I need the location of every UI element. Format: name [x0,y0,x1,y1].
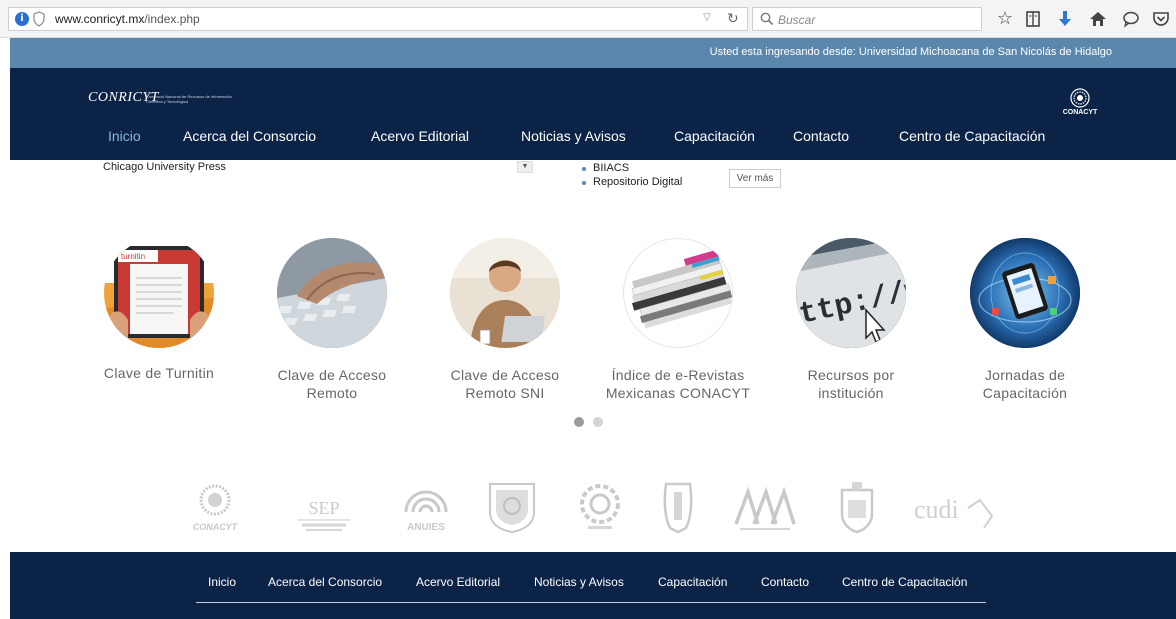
carousel-item-acceso-remoto-sni[interactable]: Clave de Acceso Remoto SNI [420,238,590,402]
svg-text:CONACYT: CONACYT [193,522,239,532]
resource-link-biiacs[interactable]: BIIACS [582,162,682,174]
site-footer: Inicio Acerca del Consorcio Acervo Edito… [10,552,1176,619]
svg-text:ANUIES: ANUIES [407,522,445,533]
browser-search-input[interactable]: Buscar [752,7,982,31]
carousel-label: Índice de e-Revistas Mexicanas CONACYT [605,367,751,401]
keyboard-image [277,238,387,348]
url-text[interactable]: www.conricyt.mx/index.php [55,12,200,26]
partner-sep-logo[interactable]: SEP [288,478,360,541]
carousel-label: Clave de Acceso Remoto [277,367,387,401]
footer-divider [196,602,986,603]
login-info-text: Usted esta ingresando desde: Universidad… [709,46,1112,58]
nav-capacitacion[interactable]: Capacitación [674,128,755,144]
publisher-select-value[interactable]: Chicago University Press [103,161,226,173]
man-laptop-image [450,238,560,348]
info-icon[interactable]: i [15,12,29,26]
carousel-label: Clave de Turnitin [103,365,215,381]
search-icon [760,12,774,26]
bookmark-star-icon[interactable]: ☆ [994,8,1016,30]
carousel-label: Recursos por institución [807,367,895,401]
history-dropdown-icon[interactable]: ▽ [703,12,711,23]
chat-icon[interactable] [1120,8,1142,30]
home-icon[interactable] [1087,8,1109,30]
pocket-icon[interactable] [1150,8,1172,30]
partner-conacyt-logo[interactable]: CONACYT [185,478,245,541]
browser-toolbar: i www.conricyt.mx/index.php ▽ ↻ Buscar ☆ [0,0,1176,38]
nav-contacto[interactable]: Contacto [793,128,849,144]
resource-link-repositorio[interactable]: Repositorio Digital [582,176,682,188]
resource-list: BIIACS Repositorio Digital [582,162,682,190]
nav-noticias-y-avisos[interactable]: Noticias y Avisos [521,128,626,144]
reload-icon[interactable]: ↻ [727,10,739,27]
partner-udeg-logo[interactable] [834,478,880,541]
footer-nav-noticias-y-avisos[interactable]: Noticias y Avisos [534,575,624,589]
nav-acerca-del-consorcio[interactable]: Acerca del Consorcio [183,128,316,144]
reading-list-icon[interactable] [1022,8,1044,30]
nav-inicio[interactable]: Inicio [108,128,141,144]
carousel-dot-1[interactable] [574,417,584,427]
main-nav: Inicio Acerca del Consorcio Acervo Edito… [10,128,1176,150]
partner-cudi-logo[interactable]: cudi [910,478,1000,541]
footer-nav-inicio[interactable]: Inicio [208,575,236,589]
tablet-globe-image [970,238,1080,348]
conacyt-badge-logo[interactable]: CONACYT [1060,88,1100,118]
carousel-item-acceso-remoto[interactable]: Clave de Acceso Remoto [247,238,417,402]
partner-anuies-logo[interactable]: ANUIES [398,478,454,541]
carousel-dot-2[interactable] [593,417,603,427]
partner-cinvestav-logo[interactable] [572,478,628,541]
footer-nav-centro-de-capacitacion[interactable]: Centro de Capacitación [842,575,967,589]
footer-nav: Inicio Acerca del Consorcio Acervo Edito… [10,575,1176,591]
site-header: CONRICYT Consorcio Nacional de Recursos … [10,68,1176,160]
badge-text: CONACYT [1062,109,1098,116]
footer-nav-contacto[interactable]: Contacto [761,575,809,589]
search-placeholder: Buscar [778,13,816,27]
footer-nav-acervo-editorial[interactable]: Acervo Editorial [416,575,500,589]
footer-nav-acerca-del-consorcio[interactable]: Acerca del Consorcio [268,575,382,589]
carousel-item-jornadas[interactable]: Jornadas de Capacitación [940,238,1110,402]
partner-ipn-logo[interactable] [658,478,698,541]
logo-subtitle: Consorcio Nacional de Recursos de Inform… [146,94,232,104]
shield-icon[interactable] [33,11,45,27]
address-bar[interactable]: i www.conricyt.mx/index.php ▽ ↻ [8,7,748,31]
ver-mas-button[interactable]: Ver más [729,169,781,188]
footer-nav-capacitacion[interactable]: Capacitación [658,575,727,589]
carousel-item-turnitin[interactable]: turnitin Clave de Turnitin [74,238,244,382]
nav-centro-de-capacitacion[interactable]: Centro de Capacitación [899,128,1045,144]
turnitin-logo-text: turnitin [121,252,145,261]
svg-text:cudi: cudi [914,495,959,524]
turnitin-image: turnitin [104,238,214,348]
magazines-image [623,238,733,348]
url-browser-image: ttp://w [796,238,906,348]
conricyt-logo[interactable]: CONRICYT Consorcio Nacional de Recursos … [88,88,248,114]
carousel-label: Jornadas de Capacitación [982,367,1068,401]
carousel-item-indice-revistas[interactable]: Índice de e-Revistas Mexicanas CONACYT [593,238,763,402]
partner-unam-logo[interactable] [484,478,540,541]
svg-text:SEP: SEP [308,498,339,518]
login-info-bar: Usted esta ingresando desde: Universidad… [10,38,1176,68]
partner-logos: CONACYT SEP ANUIES cudi [180,478,1000,538]
carousel-item-recursos-institucion[interactable]: ttp://w Recursos por institución [766,238,936,402]
carousel-label: Clave de Acceso Remoto SNI [450,367,560,401]
nav-acervo-editorial[interactable]: Acervo Editorial [371,128,469,144]
download-icon[interactable] [1054,8,1076,30]
partner-uam-logo[interactable] [732,478,798,541]
conacyt-emblem-icon [1070,88,1090,108]
select-arrow-icon[interactable]: ▼ [517,161,533,173]
carousel-pagination [574,414,612,432]
